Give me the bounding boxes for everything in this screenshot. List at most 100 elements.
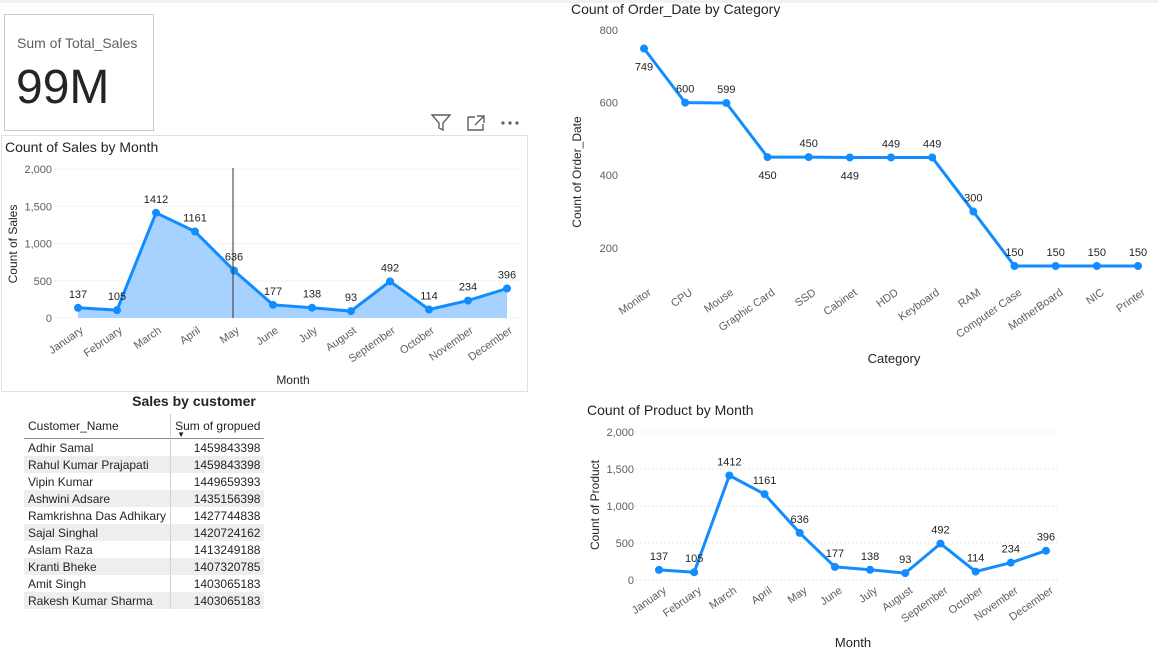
y-tick-label: 1,500: [24, 201, 52, 213]
sum-value-cell: 1407320785: [170, 558, 265, 575]
data-point: [655, 565, 663, 574]
data-point: [1051, 262, 1060, 270]
data-point: [830, 562, 839, 571]
customer-name-cell: Ashwini Adsare: [24, 490, 171, 507]
table-row[interactable]: Kranti Bheke 1407320785: [24, 558, 265, 575]
more-options-icon[interactable]: [499, 113, 521, 133]
sum-value-cell: 1403065183: [170, 592, 265, 609]
data-point: [503, 284, 511, 293]
x-tick-label: May: [786, 584, 810, 606]
sum-value-cell: 1435156398: [170, 490, 265, 507]
customer-name-cell: Kranti Bheke: [24, 558, 171, 575]
x-tick-label: SSD: [793, 287, 818, 310]
visual-header-toolbar: [430, 113, 525, 133]
data-point: [425, 305, 433, 314]
x-tick-label: January: [47, 324, 86, 357]
data-point: [1042, 546, 1050, 555]
table-row[interactable]: Rakesh Kumar Sharma 1403065183: [24, 592, 265, 609]
table-row[interactable]: Vipin Kumar 1449659393: [24, 473, 265, 490]
data-label: 177: [264, 286, 282, 298]
table-header-row: Customer_Name Sum of gropued ▼: [24, 414, 265, 439]
y-axis-title: Count of Order_Date: [570, 116, 584, 228]
data-point: [152, 208, 160, 217]
data-point: [1134, 262, 1142, 270]
x-tick-label: June: [818, 585, 844, 609]
data-point: [928, 153, 937, 162]
x-tick-label: NIC: [1084, 287, 1106, 308]
data-point: [74, 303, 82, 312]
x-tick-label: June: [254, 325, 280, 349]
data-point: [722, 98, 731, 107]
data-point: [725, 471, 734, 480]
data-point: [191, 227, 199, 236]
customer-name-cell: Rakesh Kumar Sharma: [24, 592, 171, 609]
sum-value-cell: 1449659393: [170, 473, 265, 490]
kpi-card-total-sales[interactable]: Sum of Total_Sales 99M: [4, 14, 154, 131]
data-label: 114: [420, 291, 438, 303]
order-date-by-category-chart: Count of Order_Date Category 200 400 600 80…: [570, 25, 1148, 366]
y-tick-label: 500: [34, 276, 52, 288]
sum-value-cell: 1459843398: [170, 438, 265, 456]
x-tick-label: February: [661, 584, 704, 619]
product-by-month-visual[interactable]: Count of Product by Month Count of Produ…: [580, 398, 1080, 651]
x-tick-label: December: [466, 324, 515, 363]
sales-by-month-chart: Count of Sales Month 0 500 1,000 1,500 2,000…: [6, 164, 522, 387]
column-header-sum[interactable]: Sum of gropued ▼: [170, 414, 265, 439]
focus-mode-icon[interactable]: [465, 113, 487, 133]
y-tick-label: 0: [628, 575, 634, 587]
customer-name-cell: Sajal Singhal: [24, 524, 171, 541]
table-row[interactable]: Ashwini Adsare 1435156398: [24, 490, 265, 507]
column-header-sum-label: Sum of gropued: [175, 419, 261, 433]
data-label: 138: [303, 289, 321, 301]
data-point: [640, 44, 648, 53]
kpi-card-value: 99M: [16, 61, 110, 114]
data-label: 1161: [753, 475, 777, 487]
data-point: [230, 266, 238, 275]
sum-value-cell: 1427744838: [170, 507, 265, 524]
table-row[interactable]: Rahul Kumar Prajapati 1459843398: [24, 456, 265, 473]
y-axis-title: Count of Product: [588, 459, 602, 550]
kpi-card-label: Sum of Total_Sales: [17, 35, 138, 51]
data-point: [804, 153, 813, 162]
data-label: 105: [685, 553, 703, 565]
y-tick-label: 500: [616, 538, 634, 550]
y-tick-label: 1,500: [606, 464, 634, 476]
data-label: 150: [1129, 247, 1147, 259]
sales-by-month-visual[interactable]: Count of Sales by Month Count of Sales M…: [1, 135, 528, 392]
x-tick-label: CPU: [669, 287, 695, 310]
data-point: [1010, 262, 1019, 270]
y-tick-label: 0: [46, 313, 52, 325]
sum-value-cell: 1413249188: [170, 541, 265, 558]
data-point: [845, 153, 854, 162]
y-tick-label: 2,000: [606, 427, 634, 439]
data-point: [887, 153, 895, 162]
data-point: [113, 306, 121, 315]
filter-icon[interactable]: [430, 113, 452, 133]
order-date-by-category-visual[interactable]: Count of Order_Date by Category Count of…: [566, 0, 1158, 372]
x-tick-label: March: [707, 585, 739, 612]
data-label: 749: [635, 62, 653, 74]
sum-value-cell: 1420724162: [170, 524, 265, 541]
customer-name-cell: Rahul Kumar Prajapati: [24, 456, 171, 473]
data-point: [347, 307, 355, 316]
table-row[interactable]: Adhir Samal 1459843398: [24, 438, 265, 456]
data-label: 636: [225, 252, 243, 264]
data-label: 138: [861, 551, 879, 563]
table-row[interactable]: Aslam Raza 1413249188: [24, 541, 265, 558]
y-tick-label: 2,000: [24, 164, 52, 176]
data-label: 449: [882, 138, 900, 150]
x-tick-label: July: [297, 324, 320, 345]
data-label: 449: [923, 138, 941, 150]
x-tick-label: Keyboard: [896, 287, 941, 324]
x-tick-label: Printer: [1114, 286, 1148, 315]
table-row[interactable]: Sajal Singhal 1420724162: [24, 524, 265, 541]
data-point: [269, 300, 277, 309]
table-row[interactable]: Amit Singh 1403065183: [24, 575, 265, 592]
data-label: 449: [841, 170, 859, 182]
x-tick-label: Mouse: [702, 287, 736, 316]
table-row[interactable]: Ramkrishna Das Adhikary 1427744838: [24, 507, 265, 524]
column-header-customer-name[interactable]: Customer_Name: [24, 414, 171, 439]
data-point: [1006, 558, 1015, 567]
table-title: Sales by customer: [132, 393, 256, 409]
data-point: [936, 539, 945, 548]
